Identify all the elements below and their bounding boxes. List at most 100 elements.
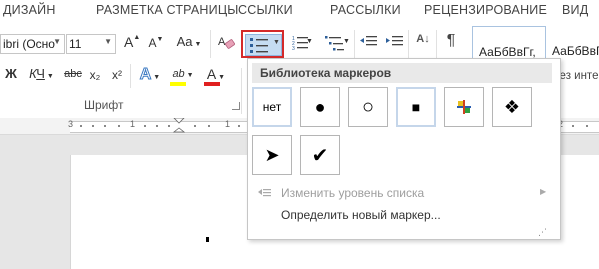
divider: [436, 30, 437, 58]
bullet-option-arrowhead[interactable]: ➤: [252, 135, 292, 175]
highlight-color-button[interactable]: ab ▼: [168, 66, 198, 88]
subscript-icon: x₂: [89, 68, 101, 82]
chevron-down-icon: ▼: [306, 38, 313, 45]
ruler-tick: [208, 125, 210, 127]
pilcrow-icon: ¶: [446, 32, 456, 49]
menu-resize-grip[interactable]: ⋰: [248, 227, 558, 239]
superscript-icon: x²: [112, 68, 122, 82]
bold-button[interactable]: Ж: [4, 66, 18, 86]
bullet-option-filled-circle[interactable]: ●: [300, 87, 340, 127]
bullet-list-icon: [250, 38, 268, 53]
ruler-tick: [572, 125, 574, 127]
change-list-level-label: Изменить уровень списка: [281, 186, 425, 200]
shrink-font-button[interactable]: A▼: [148, 36, 164, 54]
font-name-value: ibri (Осно: [3, 37, 55, 51]
decrease-indent-button[interactable]: [358, 34, 380, 54]
diamond-cluster-icon: ❖: [503, 96, 521, 117]
show-formatting-marks-button[interactable]: ¶: [442, 32, 460, 54]
increase-indent-icon: [386, 36, 403, 46]
tab-review[interactable]: РЕЦЕНЗИРОВАНИЕ: [424, 3, 547, 17]
ruler-tick: [118, 125, 120, 127]
define-new-bullet-item[interactable]: Определить новый маркер...: [248, 204, 558, 226]
text-effects-button[interactable]: A ▼: [136, 66, 164, 86]
divider: [210, 30, 211, 58]
bullet-library-menu: Библиотека маркеров нет ● ○ ■ ❖ ➤ ✔ Изме…: [247, 58, 561, 240]
tab-references[interactable]: ССЫЛКИ: [238, 3, 293, 17]
filled-square-icon: ■: [411, 99, 421, 115]
ruler-tick: [168, 125, 170, 127]
style-preview-text: АаБбВвГг,: [479, 45, 536, 59]
bullet-option-diamond-cluster[interactable]: ❖: [492, 87, 532, 127]
sort-icon: А↓: [416, 33, 430, 45]
strikethrough-button[interactable]: abc: [62, 68, 84, 86]
divider: [408, 30, 409, 58]
highlight-color-bar: [170, 82, 186, 86]
chevron-down-icon: ▼: [53, 37, 61, 46]
bullet-option-checkmark[interactable]: ✔: [300, 135, 340, 175]
highlighter-icon: ab: [172, 68, 185, 80]
numbering-button[interactable]: 1 2 3 ▼: [288, 34, 314, 54]
change-case-button[interactable]: Aa ▼: [174, 34, 204, 54]
tab-mailings[interactable]: РАССЫЛКИ: [330, 3, 401, 17]
change-case-icon: Aa: [176, 34, 193, 49]
bullet-mark: [206, 237, 209, 242]
divider: [241, 68, 242, 114]
arrowhead-icon: ➤: [264, 144, 280, 165]
ruler-tick: [80, 125, 82, 127]
bullet-option-four-color-cross[interactable]: [444, 87, 484, 127]
shrink-font-icon: A: [148, 36, 157, 50]
ruler-tick: [104, 125, 106, 127]
filled-circle-icon: ●: [314, 96, 326, 117]
resize-grip-icon: ⋰: [538, 227, 547, 237]
style-preview-text: АаБбВвГг: [552, 44, 599, 58]
indent-marker-icon[interactable]: [173, 118, 185, 134]
font-color-bar: [204, 82, 220, 86]
bullet-none-label: нет: [262, 100, 282, 114]
bullet-option-none[interactable]: нет: [252, 87, 292, 127]
hollow-circle-icon: ○: [361, 95, 375, 118]
divider: [130, 64, 131, 88]
text-effects-icon: A: [139, 66, 152, 84]
decrease-indent-icon: [360, 36, 377, 46]
list-level-icon: [258, 189, 271, 197]
increase-indent-button[interactable]: [384, 34, 406, 54]
bullet-option-filled-square[interactable]: ■: [396, 87, 436, 127]
define-new-bullet-label: Определить новый маркер...: [281, 208, 441, 222]
grow-font-icon: A: [124, 34, 134, 50]
bullets-button[interactable]: ▼: [241, 30, 284, 58]
font-size-value: 11: [69, 37, 82, 51]
tab-view[interactable]: ВИД: [562, 3, 588, 17]
ruler-tick: [92, 125, 94, 127]
font-dialog-launcher[interactable]: [232, 102, 240, 110]
change-list-level-item: Изменить уровень списка ▶: [248, 182, 558, 204]
font-color-button[interactable]: A ▼: [202, 66, 230, 88]
ruler-tick: [238, 125, 240, 127]
superscript-button[interactable]: x²: [108, 68, 126, 86]
ruler-tick: [194, 125, 196, 127]
bullet-library-header: Библиотека маркеров: [252, 63, 552, 83]
tab-design[interactable]: ДИЗАЙН: [3, 3, 56, 17]
bold-icon: Ж: [5, 66, 17, 81]
eraser-icon: A: [218, 36, 236, 49]
font-size-combo[interactable]: 11 ▼: [66, 34, 116, 54]
four-color-cross-icon: [457, 100, 471, 114]
ruler-tick: [144, 125, 146, 127]
chevron-down-icon: ▼: [104, 37, 112, 46]
underline-button[interactable]: Ч ▼: [32, 66, 58, 86]
chevron-down-icon: ▼: [343, 38, 350, 45]
subscript-button[interactable]: x₂: [86, 68, 104, 86]
sort-button[interactable]: А↓: [412, 33, 434, 55]
svg-text:A: A: [218, 36, 226, 48]
grow-font-button[interactable]: A▲: [124, 34, 140, 54]
ruler-tick: [586, 125, 588, 127]
ruler-tick: [156, 125, 158, 127]
underline-icon: Ч: [36, 66, 45, 81]
bullet-option-hollow-circle[interactable]: ○: [348, 87, 388, 127]
font-group-label: Шрифт: [84, 98, 124, 112]
checkmark-icon: ✔: [311, 144, 329, 167]
divider: [354, 30, 355, 58]
clear-formatting-button[interactable]: A: [216, 34, 236, 54]
multilevel-list-button[interactable]: ▼: [318, 34, 352, 54]
font-name-combo[interactable]: ibri (Осно ▼: [0, 34, 65, 54]
tab-page-layout[interactable]: РАЗМЕТКА СТРАНИЦЫ: [96, 3, 239, 17]
